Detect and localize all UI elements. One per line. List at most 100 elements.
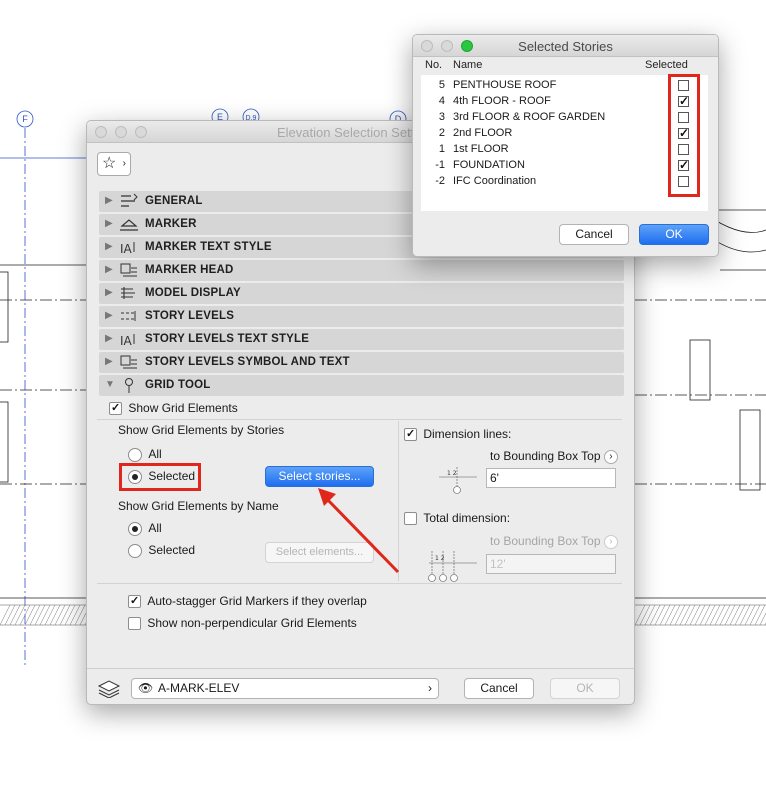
by-name-selected-radio[interactable] bbox=[128, 543, 142, 558]
by-stories-selected-radio[interactable] bbox=[128, 469, 142, 484]
panel-label: GENERAL bbox=[145, 195, 203, 207]
auto-stagger-option[interactable]: Auto-stagger Grid Markers if they overla… bbox=[128, 594, 367, 609]
ok-button[interactable]: OK bbox=[639, 224, 709, 245]
table-row[interactable]: 5 PENTHOUSE ROOF bbox=[421, 79, 708, 95]
by-name-all-radio[interactable] bbox=[128, 521, 142, 536]
dimension-lines-option[interactable]: Dimension lines: bbox=[404, 427, 511, 442]
favorites-button[interactable]: ☆ › bbox=[97, 152, 131, 176]
panel-story-levels[interactable]: ▶ STORY LEVELS bbox=[99, 306, 624, 327]
dimension-lines-value-field[interactable]: 6' bbox=[486, 468, 616, 488]
column-header-name: Name bbox=[453, 59, 483, 71]
disclosure-triangle-open-icon[interactable]: ▼ bbox=[105, 379, 115, 390]
story-number: 4 bbox=[438, 95, 445, 107]
chevron-right-icon[interactable]: › bbox=[603, 534, 618, 549]
panel-label: STORY LEVELS bbox=[145, 310, 235, 322]
cancel-button[interactable]: Cancel bbox=[464, 678, 534, 699]
table-row[interactable]: 3 3rd FLOOR & ROOF GARDEN bbox=[421, 111, 708, 127]
table-row[interactable]: 1 1st FLOOR bbox=[421, 143, 708, 159]
radio-label: All bbox=[148, 447, 162, 461]
panel-marker-head[interactable]: ▶ MARKER HEAD bbox=[99, 260, 624, 281]
stories-table: 5 PENTHOUSE ROOF 4 4th FLOOR - ROOF 3 3r… bbox=[421, 75, 708, 211]
disclosure-triangle-icon[interactable]: ▶ bbox=[105, 218, 113, 229]
total-dimension-diagram-icon: 1 2 bbox=[428, 551, 477, 582]
story-name: 4th FLOOR - ROOF bbox=[453, 95, 551, 107]
by-name-selected-option[interactable]: Selected bbox=[128, 543, 195, 558]
story-number: 1 bbox=[438, 143, 445, 155]
story-name: 1st FLOOR bbox=[453, 143, 509, 155]
by-stories-heading: Show Grid Elements by Stories bbox=[118, 423, 285, 437]
show-grid-elements-label: Show Grid Elements bbox=[128, 401, 238, 415]
disclosure-triangle-icon[interactable]: ▶ bbox=[105, 264, 113, 275]
column-header-selected: Selected bbox=[645, 59, 688, 71]
panel-model-display[interactable]: ▶ MODEL DISPLAY bbox=[99, 283, 624, 304]
layers-icon bbox=[97, 680, 121, 698]
divider bbox=[97, 419, 622, 420]
minimize-window-button[interactable] bbox=[115, 126, 127, 138]
total-dimension-value-field[interactable]: 12' bbox=[486, 554, 616, 574]
ok-button[interactable]: OK bbox=[550, 678, 620, 699]
svg-text:IA: IA bbox=[120, 242, 133, 256]
radio-label: Selected bbox=[148, 543, 196, 557]
by-name-heading: Show Grid Elements by Name bbox=[118, 499, 279, 513]
non-perpendicular-option[interactable]: Show non-perpendicular Grid Elements bbox=[128, 616, 357, 631]
by-stories-all-radio[interactable] bbox=[128, 447, 142, 462]
disclosure-triangle-icon[interactable]: ▶ bbox=[105, 195, 113, 206]
show-grid-elements-option[interactable]: Show Grid Elements bbox=[109, 401, 238, 416]
layer-selector[interactable]: 👁 A-MARK-ELEV › bbox=[131, 678, 439, 699]
table-row[interactable]: 2 2nd FLOOR bbox=[421, 126, 708, 143]
diagram-text: 1 2 bbox=[447, 470, 457, 477]
general-settings-icon bbox=[121, 193, 138, 207]
table-row[interactable]: -2 IFC Coordination bbox=[421, 175, 708, 191]
dimension-lines-checkbox[interactable] bbox=[404, 428, 417, 442]
story-levels-icon bbox=[121, 311, 136, 321]
disclosure-triangle-icon[interactable]: ▶ bbox=[105, 356, 113, 367]
story-name: PENTHOUSE ROOF bbox=[453, 79, 557, 91]
annotation-arrow bbox=[318, 488, 400, 574]
table-row[interactable]: -1 FOUNDATION bbox=[421, 158, 708, 175]
eye-icon: 👁 bbox=[138, 681, 154, 695]
symbol-icon bbox=[120, 355, 137, 369]
radio-label: Selected bbox=[148, 469, 196, 483]
target-label: to Bounding Box Top bbox=[490, 449, 601, 463]
panel-story-levels-symbol-and-text[interactable]: ▶ STORY LEVELS SYMBOL AND TEXT bbox=[99, 352, 624, 373]
disclosure-triangle-icon[interactable]: ▶ bbox=[105, 287, 113, 298]
cancel-button[interactable]: Cancel bbox=[559, 224, 629, 245]
radio-label: All bbox=[148, 521, 162, 535]
total-dimension-option[interactable]: Total dimension: bbox=[404, 511, 510, 526]
auto-stagger-checkbox[interactable] bbox=[128, 595, 141, 609]
svg-text:IA: IA bbox=[120, 334, 133, 348]
marker-head-icon bbox=[120, 263, 137, 277]
model-display-icon bbox=[121, 287, 135, 299]
text-style-icon: IA bbox=[120, 334, 135, 348]
story-number: 3 bbox=[438, 111, 445, 123]
panel-grid-tool[interactable]: ▼ GRID TOOL bbox=[99, 375, 624, 396]
panel-story-levels-text-style[interactable]: ▶ IA STORY LEVELS TEXT STYLE bbox=[99, 329, 624, 350]
story-number: -1 bbox=[435, 159, 445, 171]
column-header-no: No. bbox=[425, 59, 443, 71]
by-name-all-option[interactable]: All bbox=[128, 521, 162, 536]
by-stories-all-option[interactable]: All bbox=[128, 447, 162, 462]
show-grid-elements-checkbox[interactable] bbox=[109, 402, 122, 416]
panel-label: GRID TOOL bbox=[145, 379, 211, 391]
chevron-right-icon[interactable]: › bbox=[603, 449, 618, 464]
total-dimension-target[interactable]: to Bounding Box Top › bbox=[490, 534, 618, 549]
story-number: -2 bbox=[435, 175, 445, 187]
close-window-button[interactable] bbox=[95, 126, 107, 138]
table-row[interactable]: 4 4th FLOOR - ROOF bbox=[421, 94, 708, 111]
disclosure-triangle-icon[interactable]: ▶ bbox=[105, 241, 113, 252]
story-name: 2nd FLOOR bbox=[453, 127, 513, 139]
svg-text:F: F bbox=[22, 114, 28, 124]
disclosure-triangle-icon[interactable]: ▶ bbox=[105, 310, 113, 321]
text-style-icon: IA bbox=[120, 242, 135, 256]
by-stories-selected-option[interactable]: Selected bbox=[128, 469, 195, 484]
panel-label: MARKER TEXT STYLE bbox=[145, 241, 272, 253]
marker-icon bbox=[120, 219, 138, 231]
zoom-window-button[interactable] bbox=[135, 126, 147, 138]
non-perpendicular-label: Show non-perpendicular Grid Elements bbox=[147, 616, 357, 630]
divider bbox=[97, 583, 622, 584]
panel-label: MARKER bbox=[145, 218, 197, 230]
dimension-lines-target[interactable]: to Bounding Box Top › bbox=[490, 449, 618, 464]
disclosure-triangle-icon[interactable]: ▶ bbox=[105, 333, 113, 344]
panel-label: MODEL DISPLAY bbox=[145, 287, 241, 299]
non-perpendicular-checkbox[interactable] bbox=[128, 617, 141, 631]
